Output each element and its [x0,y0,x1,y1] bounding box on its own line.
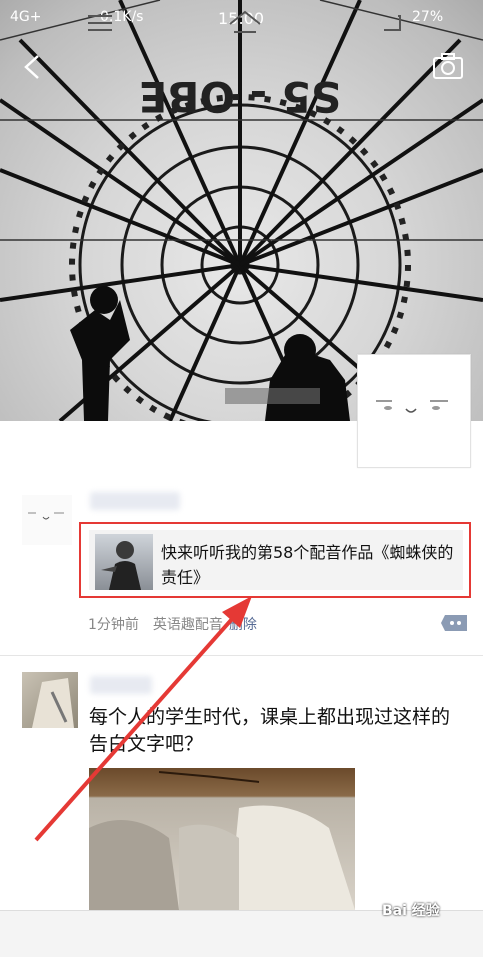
post1-source-app[interactable]: 英语趣配音 [153,617,223,633]
post1-avatar[interactable] [22,495,72,545]
shared-link-thumbnail [95,534,153,590]
avatar-face-small [28,512,64,520]
back-button[interactable] [18,52,48,82]
post2-text: 每个人的学生时代，课桌上都出现过这样的告白文字吧？ [89,706,451,755]
shared-link-card[interactable]: 快来听听我的第58个配音作品《蜘蛛侠的责任》 [79,522,471,598]
shared-link-title: 快来听听我的第58个配音作品《蜘蛛侠的责任》 [161,543,454,587]
back-nav-icon [384,15,401,31]
post-divider [0,655,483,656]
network-indicator: 4G+ [10,9,42,25]
camera-button[interactable] [432,52,464,80]
post1-time: 1分钟前 [88,617,139,633]
shared-link-body: 快来听听我的第58个配音作品《蜘蛛侠的责任》 [89,530,463,590]
comment-icon [441,615,467,631]
post2-username-blurred[interactable] [90,676,152,694]
home-button[interactable] [228,10,262,36]
menu-button[interactable] [88,14,112,32]
back-icon [24,55,39,79]
avatar-face [376,400,448,413]
post1-meta: 1分钟前 英语趣配音 删除 [88,614,257,634]
balloon-lettering: S5 - OBE [139,72,342,121]
battery-level: 27% [412,9,444,25]
back-nav-button[interactable] [380,12,404,34]
menu-icon [88,15,112,31]
post1-username-blurred[interactable] [90,492,180,510]
delete-link[interactable]: 删除 [229,617,257,633]
baidu-watermark: Bai 经验 [382,903,440,919]
camera-icon [433,53,463,79]
comment-button[interactable] [441,613,469,633]
home-icon [229,10,261,33]
post2-photo[interactable] [89,768,355,910]
post2-avatar[interactable] [22,672,78,728]
profile-avatar[interactable] [357,354,471,468]
